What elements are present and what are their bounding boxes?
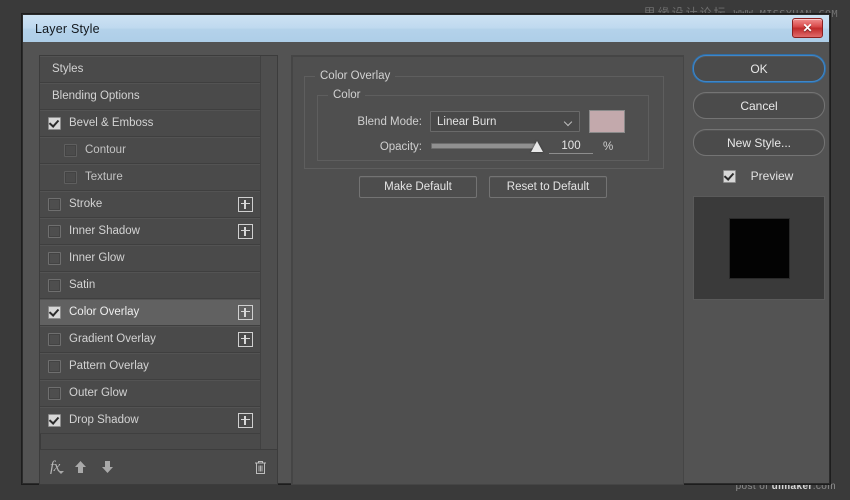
color-subgroup-legend: Color [328,89,366,101]
style-checkbox[interactable] [48,278,61,292]
style-checkbox[interactable] [48,359,61,373]
color-overlay-options-pane: Color Overlay Color Blend Mode: Linear B… [291,55,684,485]
fx-icon[interactable]: fx [50,459,64,475]
style-row-label: Styles [52,63,84,75]
style-row-label: Gradient Overlay [69,333,156,345]
style-checkbox[interactable] [48,224,61,238]
dialog-title: Layer Style [35,21,100,36]
style-row-label: Blending Options [52,90,140,102]
color-subgroup: Color Blend Mode: Linear Burn Opacity: 1… [317,89,649,161]
style-row-pattern-overlay[interactable]: Pattern Overlay [40,353,261,380]
style-row-label: Bevel & Emboss [69,117,154,129]
trash-icon[interactable] [254,460,267,475]
opacity-slider-track [431,143,537,149]
close-icon: ✕ [802,21,813,35]
blend-mode-value: Linear Burn [437,115,497,128]
style-checkbox[interactable] [64,170,77,184]
style-row-inner-glow[interactable]: Inner Glow [40,245,261,272]
blend-mode-select[interactable]: Linear Burn [430,111,580,132]
styles-list-gutter[interactable] [260,56,277,450]
cancel-button[interactable]: Cancel [693,92,825,119]
opacity-label: Opacity: [379,141,422,153]
style-row-blending-options[interactable]: Blending Options [40,83,261,110]
style-checkbox[interactable] [48,332,61,346]
preview-toggle-row[interactable]: Preview [693,166,823,186]
style-row-label: Drop Shadow [69,414,139,426]
add-effect-plus-icon[interactable] [238,331,253,347]
style-checkbox[interactable] [64,143,77,157]
style-row-texture[interactable]: Texture [40,164,261,191]
blend-mode-label: Blend Mode: [357,115,422,128]
opacity-slider[interactable] [431,139,543,155]
style-row-label: Satin [69,279,96,291]
style-row-label: Color Overlay [69,306,140,318]
style-checkbox[interactable] [48,305,61,319]
style-row-contour[interactable]: Contour [40,137,261,164]
close-button[interactable]: ✕ [792,18,823,38]
color-overlay-group-legend: Color Overlay [315,70,396,82]
opacity-input[interactable]: 100 [549,140,593,154]
style-row-outer-glow[interactable]: Outer Glow [40,380,261,407]
arrow-up-icon[interactable] [74,460,87,474]
reset-to-default-button[interactable]: Reset to Default [489,176,607,198]
opacity-unit: % [603,141,614,153]
style-checkbox[interactable] [48,386,61,400]
add-effect-plus-icon[interactable] [238,412,253,428]
style-row-label: Texture [85,171,123,183]
arrow-down-icon[interactable] [101,460,114,474]
style-row-stroke[interactable]: Stroke [40,191,261,218]
style-row-styles[interactable]: Styles [40,56,261,83]
style-row-satin[interactable]: Satin [40,272,261,299]
style-row-gradient-overlay[interactable]: Gradient Overlay [40,326,261,353]
preview-thumbnail-shape [729,218,789,278]
style-row-label: Outer Glow [69,387,128,399]
style-checkbox[interactable] [48,197,61,211]
dialog-body: Styles Blending Options Bevel & Emboss Cont… [23,42,829,485]
preview-checkbox[interactable] [722,169,736,183]
chevron-down-icon [565,118,573,126]
styles-panel: Styles Blending Options Bevel & Emboss Cont… [39,55,278,485]
style-row-drop-shadow[interactable]: Drop Shadow [40,407,261,434]
make-default-button[interactable]: Make Default [359,176,477,198]
add-effect-plus-icon[interactable] [238,304,253,320]
style-checkbox[interactable] [48,116,61,130]
style-row-bevel-emboss[interactable]: Bevel & Emboss [40,110,261,137]
add-effect-plus-icon[interactable] [238,196,253,212]
styles-toolbar: fx [40,449,277,484]
desktop-backdrop: 思缘设计论坛 WWW.MISSYUAN.COM post of uimaker.… [0,0,850,500]
blend-mode-row: Blend Mode: Linear Burn [318,110,648,133]
opacity-slider-thumb[interactable] [531,141,543,152]
color-overlay-group: Color Overlay Color Blend Mode: Linear B… [304,70,664,169]
style-checkbox[interactable] [48,251,61,265]
new-style-button[interactable]: New Style... [693,129,825,156]
style-row-inner-shadow[interactable]: Inner Shadow [40,218,261,245]
opacity-row: Opacity: 100 % [318,139,648,155]
style-row-label: Inner Glow [69,252,125,264]
style-row-label: Pattern Overlay [69,360,149,372]
style-row-label: Stroke [69,198,103,210]
add-effect-plus-icon[interactable] [238,223,253,239]
style-checkbox[interactable] [48,413,61,427]
dialog-titlebar[interactable]: Layer Style ✕ [23,15,829,43]
default-buttons-row: Make Default Reset to Default [304,176,662,198]
style-row-color-overlay[interactable]: Color Overlay [40,299,261,326]
ok-button[interactable]: OK [693,55,825,82]
preview-thumbnail [693,196,825,300]
style-row-label: Inner Shadow [69,225,140,237]
layer-style-dialog: Layer Style ✕ Styles Blending Options Beve… [19,11,833,487]
dialog-actions-pane: OK Cancel New Style... Preview [693,55,825,483]
styles-list[interactable]: Styles Blending Options Bevel & Emboss Cont… [40,56,261,450]
style-row-label: Contour [85,144,126,156]
preview-label: Preview [750,169,794,183]
color-swatch[interactable] [589,110,625,133]
